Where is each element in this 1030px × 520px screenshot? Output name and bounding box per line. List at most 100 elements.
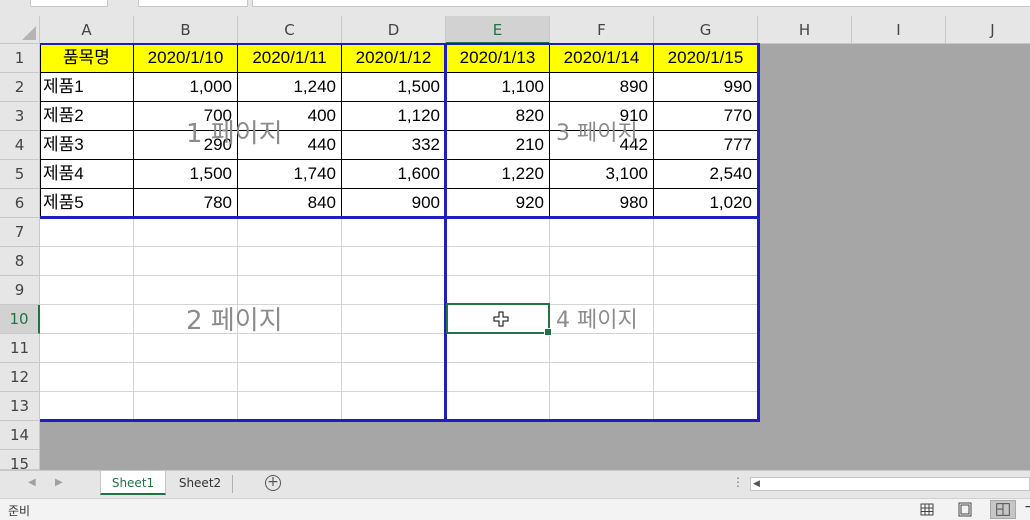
cell-A13[interactable]: [40, 392, 134, 421]
grid-icon[interactable]: [914, 500, 940, 519]
cell-B3[interactable]: 700: [134, 102, 238, 131]
cell-A2[interactable]: 제품1: [40, 73, 134, 102]
cell-F11[interactable]: [550, 334, 654, 363]
cell-A3[interactable]: 제품2: [40, 102, 134, 131]
cell-G9[interactable]: [654, 276, 758, 305]
cell-G3[interactable]: 770: [654, 102, 758, 131]
cell-A12[interactable]: [40, 363, 134, 392]
cell-F8[interactable]: [550, 247, 654, 276]
row-header-14[interactable]: 14: [0, 421, 40, 450]
cell-C4[interactable]: 440: [238, 131, 342, 160]
scroll-left-icon[interactable]: ◀: [753, 478, 760, 490]
cell-D1[interactable]: 2020/1/12: [342, 44, 446, 73]
column-header-F[interactable]: F: [550, 16, 654, 44]
page-layout-icon[interactable]: [952, 500, 978, 519]
cell-E2[interactable]: 1,100: [446, 73, 550, 102]
cell-G1[interactable]: 2020/1/15: [654, 44, 758, 73]
cell-B13[interactable]: [134, 392, 238, 421]
cell-A6[interactable]: 제품5: [40, 189, 134, 218]
cell-F3[interactable]: 910: [550, 102, 654, 131]
cell-A1[interactable]: 품목명: [40, 44, 134, 73]
cell-B5[interactable]: 1,500: [134, 160, 238, 189]
cell-C13[interactable]: [238, 392, 342, 421]
row-header-10[interactable]: 10: [0, 305, 40, 334]
row-header-15[interactable]: 15: [0, 450, 40, 473]
cell-D5[interactable]: 1,600: [342, 160, 446, 189]
column-header-G[interactable]: G: [654, 16, 758, 44]
cell-B11[interactable]: [134, 334, 238, 363]
cell-F10[interactable]: [550, 305, 654, 334]
zoom-out-icon[interactable]: −: [1024, 499, 1030, 515]
cell-C7[interactable]: [238, 218, 342, 247]
next-sheet-icon[interactable]: ▶: [55, 477, 63, 488]
cell-F6[interactable]: 980: [550, 189, 654, 218]
cell-D7[interactable]: [342, 218, 446, 247]
cell-F9[interactable]: [550, 276, 654, 305]
cell-F1[interactable]: 2020/1/14: [550, 44, 654, 73]
sheet-tab-1[interactable]: Sheet1: [100, 471, 166, 495]
row-header-3[interactable]: 3: [0, 102, 40, 131]
column-header-E[interactable]: E: [446, 16, 550, 44]
cell-F13[interactable]: [550, 392, 654, 421]
cell-C10[interactable]: [238, 305, 342, 334]
prev-sheet-icon[interactable]: ◀: [28, 477, 36, 488]
splitter-dots-icon[interactable]: ⋮: [732, 475, 744, 489]
cell-G12[interactable]: [654, 363, 758, 392]
cell-D12[interactable]: [342, 363, 446, 392]
cell-D9[interactable]: [342, 276, 446, 305]
row-header-13[interactable]: 13: [0, 392, 40, 421]
cell-B10[interactable]: [134, 305, 238, 334]
cell-D4[interactable]: 332: [342, 131, 446, 160]
row-header-4[interactable]: 4: [0, 131, 40, 160]
formula-input[interactable]: [252, 0, 1030, 7]
cell-G6[interactable]: 1,020: [654, 189, 758, 218]
cell-B9[interactable]: [134, 276, 238, 305]
column-header-J[interactable]: J: [946, 16, 1030, 44]
row-header-5[interactable]: 5: [0, 160, 40, 189]
column-header-H[interactable]: H: [758, 16, 852, 44]
cell-B12[interactable]: [134, 363, 238, 392]
cell-C3[interactable]: 400: [238, 102, 342, 131]
cell-E3[interactable]: 820: [446, 102, 550, 131]
row-header-7[interactable]: 7: [0, 218, 40, 247]
row-header-11[interactable]: 11: [0, 334, 40, 363]
cell-G4[interactable]: 777: [654, 131, 758, 160]
cell-A8[interactable]: [40, 247, 134, 276]
cell-B7[interactable]: [134, 218, 238, 247]
column-header-D[interactable]: D: [342, 16, 446, 44]
column-header-A[interactable]: A: [40, 16, 134, 44]
horizontal-scrollbar[interactable]: ◀: [750, 477, 1030, 491]
row-header-2[interactable]: 2: [0, 73, 40, 102]
cell-C5[interactable]: 1,740: [238, 160, 342, 189]
cell-B1[interactable]: 2020/1/10: [134, 44, 238, 73]
cell-A5[interactable]: 제품4: [40, 160, 134, 189]
cell-G5[interactable]: 2,540: [654, 160, 758, 189]
cell-C12[interactable]: [238, 363, 342, 392]
row-header-6[interactable]: 6: [0, 189, 40, 218]
cell-A4[interactable]: 제품3: [40, 131, 134, 160]
cell-A9[interactable]: [40, 276, 134, 305]
cell-E4[interactable]: 210: [446, 131, 550, 160]
cell-G13[interactable]: [654, 392, 758, 421]
row-header-1[interactable]: 1: [0, 44, 40, 73]
sheet-tab-2[interactable]: Sheet2: [168, 471, 232, 495]
cell-C1[interactable]: 2020/1/11: [238, 44, 342, 73]
cell-D11[interactable]: [342, 334, 446, 363]
cell-C8[interactable]: [238, 247, 342, 276]
cell-F5[interactable]: 3,100: [550, 160, 654, 189]
cell-C9[interactable]: [238, 276, 342, 305]
cell-F4[interactable]: 442: [550, 131, 654, 160]
cell-B4[interactable]: 290: [134, 131, 238, 160]
cell-G11[interactable]: [654, 334, 758, 363]
plus-circle-icon[interactable]: +: [265, 475, 281, 491]
cell-E9[interactable]: [446, 276, 550, 305]
cell-B2[interactable]: 1,000: [134, 73, 238, 102]
cell-E6[interactable]: 920: [446, 189, 550, 218]
cell-E12[interactable]: [446, 363, 550, 392]
page-break-preview-icon[interactable]: [990, 500, 1016, 519]
cell-A7[interactable]: [40, 218, 134, 247]
cell-E13[interactable]: [446, 392, 550, 421]
cell-E7[interactable]: [446, 218, 550, 247]
select-all-button[interactable]: [0, 16, 40, 44]
cell-D8[interactable]: [342, 247, 446, 276]
